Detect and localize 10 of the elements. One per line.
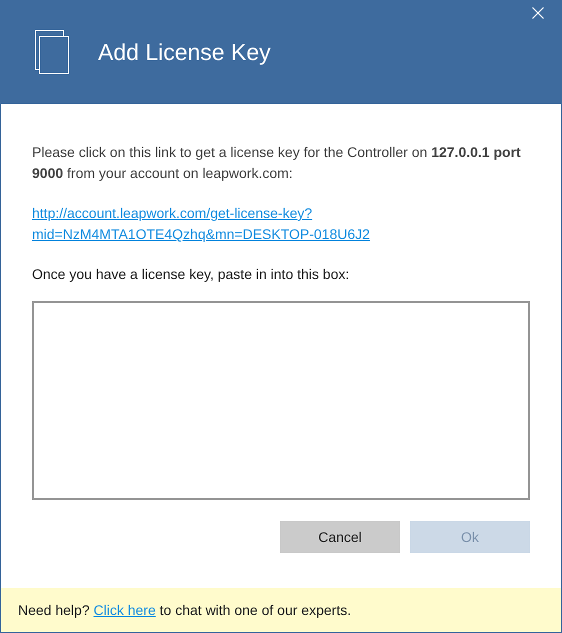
prompt-text: Once you have a license key, paste in into this box:	[32, 265, 350, 284]
chat-link[interactable]: Click here	[94, 602, 156, 618]
license-key-field[interactable]	[32, 301, 530, 500]
instruction-text: Please click on this link to get a license key for the Controller on 127.0.0.1 port 9000 from your account on leapwork.com:	[32, 143, 522, 183]
close-icon[interactable]	[532, 7, 544, 19]
window-title: Add License Key	[98, 38, 271, 66]
help-text: Need help? Click here to chat with one of our experts.	[18, 602, 352, 618]
documents-icon	[35, 30, 71, 76]
cancel-button[interactable]: Cancel	[280, 521, 400, 553]
license-link[interactable]: http://account.leapwork.com/get-license-key? mid=NzM4MTA1OTE4Qzhq&mn=DESKTOP-018U6J2	[32, 203, 370, 245]
